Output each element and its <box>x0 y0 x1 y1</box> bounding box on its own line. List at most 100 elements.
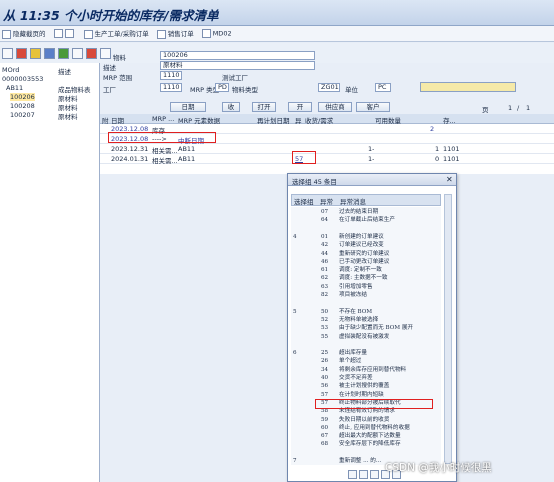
exception-cell: 调度: 定制不一致 <box>339 267 382 274</box>
exception-cell: 59 <box>321 416 329 423</box>
mrp-type-field[interactable]: PD <box>215 83 229 92</box>
exception-cell: 4 <box>293 233 297 240</box>
exception-cell: 不存在 BOM <box>339 308 373 315</box>
unit-field[interactable]: PC <box>375 83 391 92</box>
toolbar-item-orders[interactable]: 生产工单/采购订单 <box>83 28 149 39</box>
exception-row[interactable]: 68 安全库存层下的降低库存 <box>291 441 441 448</box>
toolbar-item-sales[interactable]: 销售订单 <box>156 28 194 39</box>
exception-cell: 55 <box>321 333 329 340</box>
exception-row[interactable]: 64 在订单截止后结束生产 <box>291 217 441 224</box>
exception-row[interactable]: 5 50 不存在 BOM <box>291 309 441 316</box>
back-icon[interactable] <box>2 47 13 59</box>
date-button[interactable]: 日期 <box>170 102 206 112</box>
mat-type-field[interactable]: ZG01 <box>318 83 340 92</box>
exception-row[interactable] <box>291 450 441 457</box>
exception-cell: 25 <box>321 350 329 357</box>
exception-row[interactable]: 67 超出最大的配额下达数量 <box>291 433 441 440</box>
exception-cell: 46 <box>321 258 329 265</box>
exception-row[interactable]: 34 将剩余库存应用到替代物料 <box>291 367 441 374</box>
close-icon[interactable]: ✕ <box>446 175 453 184</box>
order-icon <box>83 29 93 39</box>
exception-row[interactable]: 40 交货不足弃差 <box>291 375 441 382</box>
tree-row[interactable]: 0000003553 <box>2 75 43 83</box>
page-sep: / <box>517 104 520 112</box>
exception-cell: 重新研究的订单建议 <box>339 250 390 257</box>
exception-cell: 68 <box>321 441 329 448</box>
exception-cell: 已手动更改订单建议 <box>339 258 390 265</box>
exception-row[interactable]: 53 由于缺少配置而无 BOM 展开 <box>291 325 441 332</box>
exception-row[interactable] <box>291 226 441 233</box>
mrp-area-label: MRP 范围 <box>103 74 133 82</box>
exception-row[interactable]: 52 无物料单被选择 <box>291 317 441 324</box>
dialog-scrollbar[interactable] <box>444 194 452 464</box>
dialog-title: 选择组 45 条目 <box>292 178 337 186</box>
table-row[interactable]: 2023.12.31 相关需... AB11 1- 1 1101 <box>100 144 554 155</box>
dialog-titlebar: 选择组 45 条目 ✕ <box>288 174 456 186</box>
exception-row[interactable]: 60 终止, 应用到替代物料的收据 <box>291 425 441 432</box>
tree-row[interactable]: 100208 <box>10 102 35 110</box>
exception-row[interactable]: 62 调度: 主数据不一致 <box>291 275 441 282</box>
exception-cell: 42 <box>321 242 329 249</box>
exception-row[interactable]: 46 已手动更改订单建议 <box>291 259 441 266</box>
application-toolbar: 隐藏截页的 生产工单/采购订单 销售订单 MD02 <box>0 26 554 42</box>
exception-row[interactable]: 42 订单建议已经改变 <box>291 242 441 249</box>
exception-cell: 40 <box>321 375 329 381</box>
table-row[interactable]: 2024.01.31 相关需... AB11 57 1- 0 1101 <box>100 154 554 165</box>
exception-row[interactable]: 4 01 新创建的订单建议 <box>291 234 441 241</box>
filter-icon <box>53 29 63 38</box>
toolbar-item-md02[interactable]: MD02 <box>201 29 232 38</box>
exception-cell: 56 <box>321 383 329 390</box>
exception-cell: 82 <box>321 292 329 298</box>
delete-icon[interactable] <box>86 47 97 59</box>
material-field[interactable]: 100206 <box>160 51 315 60</box>
exception-row[interactable]: 61 调度: 定制不一致 <box>291 267 441 274</box>
open-button[interactable]: 打开 <box>252 102 276 112</box>
filter-icon[interactable] <box>370 470 379 479</box>
check-icon[interactable] <box>58 47 69 59</box>
exception-row[interactable] <box>291 300 441 307</box>
find-icon[interactable] <box>72 47 83 59</box>
tree-row-selected[interactable]: 100206 <box>10 93 35 101</box>
exception-row[interactable]: 56 被主计划搜供的覆盖 <box>291 383 441 390</box>
open2-button[interactable]: 开 <box>288 102 312 112</box>
exception-cell: 在订单截止后结束生产 <box>339 217 395 224</box>
desc-field[interactable]: 原材料 <box>160 61 315 70</box>
toolbar-item-filter[interactable] <box>53 29 76 38</box>
exception-cell: 安全库存层下的降低库存 <box>339 441 401 448</box>
tree-row[interactable]: AB11 <box>6 84 23 92</box>
tree-row[interactable]: 100207 <box>10 111 35 119</box>
detail-icon[interactable] <box>44 47 55 59</box>
exception-cell: 7 <box>293 458 297 464</box>
refresh-icon <box>64 29 74 38</box>
material-label: 物料 <box>113 54 126 62</box>
exception-cell: 26 <box>321 358 329 365</box>
toolbar-item-hide[interactable]: 隐藏截页的 <box>2 28 46 39</box>
exception-cell: 被主计划搜供的覆盖 <box>339 383 390 390</box>
customer-button[interactable]: 客户 <box>356 102 390 112</box>
settings-icon[interactable] <box>100 47 111 59</box>
exception-row[interactable]: 26 单个超过 <box>291 358 441 365</box>
exception-cell: 终止, 应用到替代物料的收据 <box>339 424 410 431</box>
display-button[interactable] <box>420 82 516 92</box>
receipt-button[interactable]: 收 <box>222 102 240 112</box>
exception-row[interactable]: 55 虚拟装配没有被激发 <box>291 334 441 341</box>
find-icon[interactable] <box>359 470 368 479</box>
exception-row[interactable]: 63 引用增加零售 <box>291 284 441 291</box>
plant-field[interactable]: 1110 <box>160 83 182 92</box>
cancel-icon[interactable] <box>16 47 27 59</box>
exception-cell: 在计划时期内短缺 <box>339 391 384 398</box>
exception-row[interactable]: 57 在计划时期内短缺 <box>291 392 441 399</box>
mrp-area-field[interactable]: 1110 <box>160 71 182 80</box>
exception-row[interactable]: 59 失败日期以前的收货 <box>291 417 441 424</box>
exception-cell: 50 <box>321 308 329 315</box>
exception-row[interactable]: 44 重新研究的订单建议 <box>291 251 441 258</box>
exception-row[interactable]: 07 过去的结束日期 <box>291 209 441 216</box>
exception-row[interactable]: 6 25 超出库存量 <box>291 350 441 357</box>
vendor-button[interactable]: 供应商 <box>318 102 352 112</box>
confirm-icon[interactable] <box>348 470 357 479</box>
folder-icon[interactable] <box>30 47 41 59</box>
exception-row[interactable] <box>291 342 441 349</box>
exception-cell: 项目被冻结 <box>339 292 367 298</box>
exception-row[interactable]: 82 项目被冻结 <box>291 292 441 299</box>
exception-row[interactable]: 58 未连结有效订购的请求 <box>291 408 441 415</box>
